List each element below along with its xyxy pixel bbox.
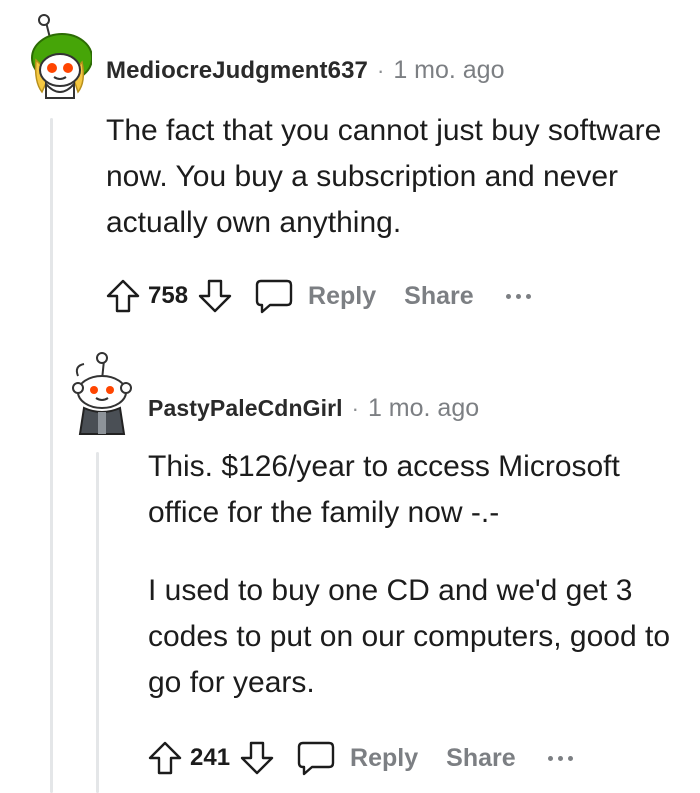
avatar-mediocrejudgment637[interactable] — [20, 12, 93, 100]
more-options-button[interactable] — [505, 293, 531, 299]
reply-button[interactable]: Reply — [254, 277, 376, 315]
upvote-button[interactable] — [146, 739, 184, 777]
comment-paragraph: This. $126/year to access Microsoft offi… — [148, 450, 620, 529]
downvote-button[interactable] — [238, 739, 276, 777]
upvote-button[interactable] — [104, 277, 142, 315]
avatar-pastypalecdngirl[interactable] — [68, 350, 134, 436]
meta-separator: · — [376, 58, 385, 83]
vote-score: 758 — [148, 282, 189, 309]
comment-timestamp[interactable]: 1 mo. ago — [393, 56, 504, 85]
reply-label: Reply — [308, 281, 377, 310]
upvote-icon — [106, 279, 140, 313]
upvote-icon — [148, 741, 182, 775]
comment-paragraph: I used to buy one CD and we'd get 3 code… — [148, 574, 670, 699]
thread-line-2[interactable] — [96, 452, 99, 793]
avatar-snoo-icon — [72, 352, 132, 435]
reply-button[interactable]: Reply — [296, 739, 418, 777]
comment-2-meta: PastyPaleCdnGirl · 1 mo. ago — [148, 394, 479, 423]
more-options-icon — [505, 293, 511, 299]
vote-score: 241 — [190, 744, 231, 771]
share-button[interactable]: Share — [446, 744, 515, 773]
downvote-icon — [240, 741, 274, 775]
comment-2-body: This. $126/year to access Microsoft offi… — [148, 444, 693, 706]
reply-label: Reply — [350, 743, 419, 772]
comment-2-actions: 241 Reply Share — [146, 738, 573, 778]
downvote-button[interactable] — [196, 277, 234, 315]
comment-author[interactable]: PastyPaleCdnGirl — [148, 395, 343, 422]
downvote-icon — [198, 279, 232, 313]
comment-icon — [297, 741, 335, 776]
more-options-icon — [547, 755, 553, 761]
comment-icon — [255, 279, 293, 314]
share-button[interactable]: Share — [404, 282, 473, 311]
comment-1-meta: MediocreJudgment637 · 1 mo. ago — [106, 56, 505, 85]
thread-line-1[interactable] — [50, 118, 53, 793]
comment-1-body: The fact that you cannot just buy softwa… — [106, 108, 686, 246]
comment-timestamp[interactable]: 1 mo. ago — [368, 394, 479, 423]
more-options-button[interactable] — [547, 755, 573, 761]
comment-author[interactable]: MediocreJudgment637 — [106, 57, 368, 85]
avatar-snoo-icon — [31, 14, 93, 99]
comment-paragraph: The fact that you cannot just buy softwa… — [106, 114, 662, 239]
comment-1-actions: 758 Reply Share — [104, 276, 531, 316]
meta-separator: · — [351, 396, 359, 421]
